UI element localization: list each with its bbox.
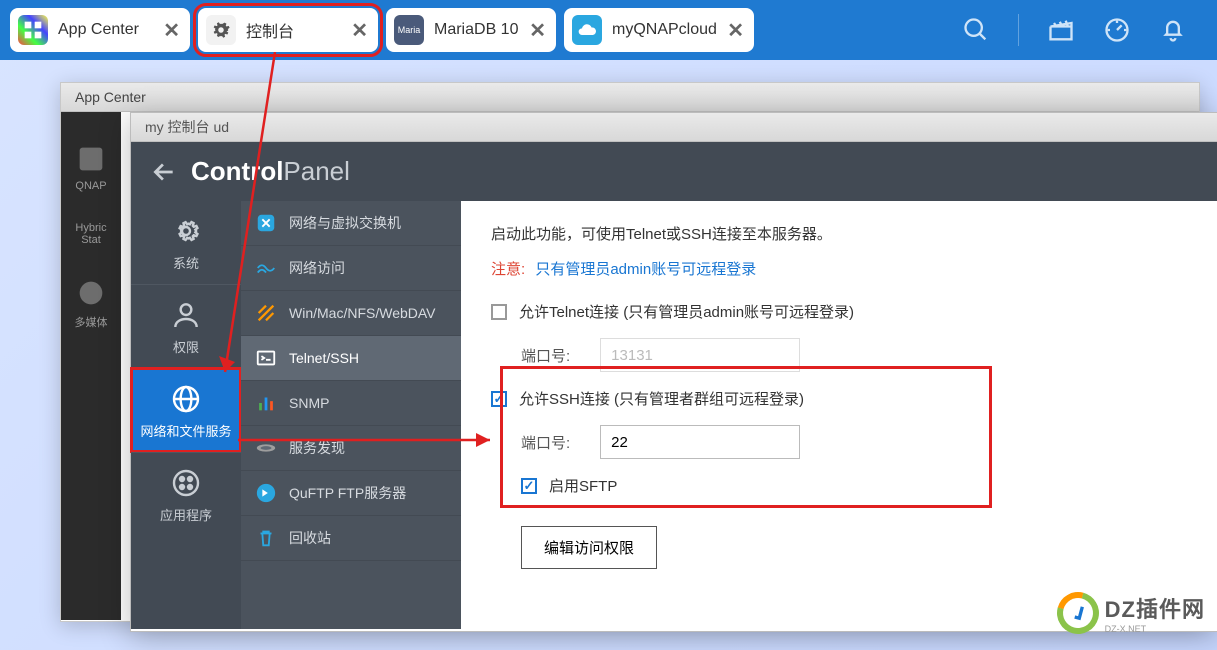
control-panel-window: my 控制台 ud ControlPanel 系统 权限 网络和文件服务 应用程… xyxy=(130,112,1217,632)
sidebar-item-qnap[interactable]: QNAP xyxy=(74,142,108,192)
sidebar-item-system[interactable]: 系统 xyxy=(131,201,241,284)
port-label: 端口号: xyxy=(521,345,570,366)
window-title: my 控制台 ud xyxy=(131,113,1217,142)
page-title: ControlPanel xyxy=(191,156,350,187)
back-icon[interactable] xyxy=(151,159,177,185)
port-label: 端口号: xyxy=(521,432,570,453)
checkbox-checked-icon[interactable]: ✓ xyxy=(521,478,537,494)
tab-myqnapcloud[interactable]: myQNAPcloud ✕ xyxy=(564,8,754,52)
edit-access-button[interactable]: 编辑访问权限 xyxy=(521,526,657,569)
close-icon[interactable]: ✕ xyxy=(351,18,368,43)
row-discovery[interactable]: 服务发现 xyxy=(241,426,461,471)
app-center-icon xyxy=(18,15,48,45)
note-link[interactable]: 只有管理员admin账号可远程登录 xyxy=(535,261,756,278)
checkbox-unchecked-icon[interactable] xyxy=(491,304,507,320)
tab-mariadb[interactable]: Maria MariaDB 10 ✕ xyxy=(386,8,556,52)
close-icon[interactable]: ✕ xyxy=(727,18,744,43)
close-icon[interactable]: ✕ xyxy=(163,18,180,43)
tab-control-panel[interactable]: 控制台 ✕ xyxy=(198,8,378,52)
bell-icon[interactable] xyxy=(1159,16,1187,44)
telnet-port-input[interactable] xyxy=(600,338,800,372)
search-icon[interactable] xyxy=(962,16,990,44)
sidebar-item-network[interactable]: 网络和文件服务 xyxy=(131,368,241,452)
note-text: 注意: 只有管理员admin账号可远程登录 xyxy=(491,258,1189,279)
tab-label: myQNAPcloud xyxy=(612,21,727,39)
gear-icon xyxy=(206,15,236,45)
sidebar-item-privilege[interactable]: 权限 xyxy=(131,284,241,368)
sidebar-item-media[interactable]: 多媒体 xyxy=(74,276,108,330)
clapper-icon[interactable] xyxy=(1047,16,1075,44)
row-win-mac[interactable]: Win/Mac/NFS/WebDAV xyxy=(241,291,461,336)
tab-label: App Center xyxy=(58,21,163,39)
tab-app-center[interactable]: App Center ✕ xyxy=(10,8,190,52)
settings-panel: 启动此功能，可使用Telnet或SSH连接至本服务器。 注意: 只有管理员adm… xyxy=(461,201,1217,629)
dashboard-icon[interactable] xyxy=(1103,16,1131,44)
telnet-checkbox-row[interactable]: 允许Telnet连接 (只有管理员admin账号可远程登录) xyxy=(491,301,1189,322)
watermark: DZ插件网 DZ-X.NET xyxy=(1057,592,1205,634)
sidebar-item-hybrid[interactable]: Hybric Stat xyxy=(75,222,106,246)
checkbox-checked-icon[interactable]: ✓ xyxy=(491,391,507,407)
cloud-icon xyxy=(572,15,602,45)
category-sidebar: 系统 权限 网络和文件服务 应用程序 xyxy=(131,201,241,629)
row-net-access[interactable]: 网络访问 xyxy=(241,246,461,291)
top-tabbar: App Center ✕ 控制台 ✕ Maria MariaDB 10 ✕ my… xyxy=(0,0,1217,60)
tab-label: 控制台 xyxy=(246,18,351,42)
watermark-logo-icon xyxy=(1049,584,1106,641)
separator xyxy=(1018,14,1019,46)
sftp-checkbox-row[interactable]: ✓ 启用SFTP xyxy=(521,475,1189,496)
sidebar-item-apps[interactable]: 应用程序 xyxy=(131,452,241,536)
row-quftp[interactable]: QuFTP FTP服务器 xyxy=(241,471,461,516)
window-title: App Center xyxy=(61,83,1199,112)
mariadb-icon: Maria xyxy=(394,15,424,45)
control-panel-header: ControlPanel xyxy=(131,142,1217,201)
row-snmp[interactable]: SNMP xyxy=(241,381,461,426)
intro-text: 启动此功能，可使用Telnet或SSH连接至本服务器。 xyxy=(491,223,1189,244)
row-recycle[interactable]: 回收站 xyxy=(241,516,461,561)
telnet-port-row: 端口号: xyxy=(521,338,1189,372)
ssh-port-row: 端口号: xyxy=(521,425,1189,459)
topbar-actions xyxy=(962,14,1207,46)
subcategory-list: 网络与虚拟交换机 网络访问 Win/Mac/NFS/WebDAV Telnet/… xyxy=(241,201,461,629)
ssh-checkbox-row[interactable]: ✓ 允许SSH连接 (只有管理者群组可远程登录) xyxy=(491,388,1189,409)
row-telnet-ssh[interactable]: Telnet/SSH xyxy=(241,336,461,381)
row-net-vswitch[interactable]: 网络与虚拟交换机 xyxy=(241,201,461,246)
ssh-port-input[interactable] xyxy=(600,425,800,459)
app-center-sidebar: QNAP Hybric Stat 多媒体 xyxy=(61,112,121,620)
close-icon[interactable]: ✕ xyxy=(529,18,546,43)
tab-label: MariaDB 10 xyxy=(434,21,529,39)
